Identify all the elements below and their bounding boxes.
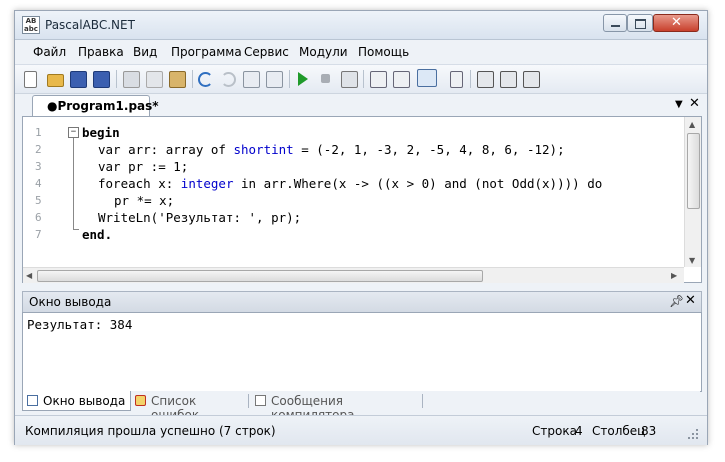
scroll-left-icon[interactable]: ◀ [26, 271, 32, 280]
save-icon[interactable] [70, 71, 87, 88]
compiler-messages-icon [255, 395, 266, 406]
status-row-label: Строка [532, 424, 577, 438]
fold-minus-icon[interactable]: − [68, 127, 79, 138]
minimize-icon [611, 25, 620, 27]
line-number: 1 [35, 126, 42, 139]
status-message: Компиляция прошла успешно (7 строк) [25, 424, 276, 438]
output-panel-title: Окно вывода [29, 295, 112, 309]
tab-error-list[interactable]: Список ошибок [131, 391, 247, 422]
tab-program1[interactable]: ●Program1.pas* [32, 95, 159, 116]
code-line-2: var arr: array of shortint = (-2, 1, -3,… [98, 142, 565, 157]
menu-file[interactable]: Файл [33, 45, 66, 59]
menu-service[interactable]: Сервис [244, 45, 289, 59]
copy-icon[interactable] [146, 71, 163, 88]
tab-compiler-messages[interactable]: Сообщения компилятора [251, 391, 421, 422]
new-file-icon[interactable] [24, 71, 37, 88]
vertical-scrollbar[interactable]: ▲ ▼ [684, 117, 701, 267]
tab-list-chevron-down-icon[interactable]: ▼ [675, 99, 683, 110]
close-icon: ✕ [671, 15, 682, 30]
output-panel-header: Окно вывода 📌︎ ✕ [22, 291, 702, 313]
menu-help[interactable]: Помощь [358, 45, 409, 59]
bottom-panel-tabs: Окно вывода Список ошибок Сообщения комп… [22, 391, 700, 422]
title-bar: AB abc PascalABC.NET ✕ [15, 11, 707, 40]
line-number: 6 [35, 211, 42, 224]
horizontal-scrollbar[interactable]: ◀ ▶ [23, 267, 684, 283]
fold-end [73, 229, 79, 230]
status-col-value: 83 [641, 424, 657, 438]
close-button[interactable]: ✕ [653, 14, 699, 32]
toolbar [15, 64, 707, 94]
menu-modules[interactable]: Модули [299, 45, 348, 59]
code-line-7: end. [82, 227, 113, 242]
menu-edit[interactable]: Правка [78, 45, 124, 59]
status-row-value: 4 [575, 424, 583, 438]
line-number: 2 [35, 143, 42, 156]
menu-program[interactable]: Программа [171, 45, 242, 59]
save-all-icon[interactable] [93, 71, 110, 88]
maximize-icon [635, 19, 646, 29]
minimize-button[interactable] [603, 14, 627, 32]
window-title: PascalABC.NET [45, 18, 135, 32]
line-number: 4 [35, 177, 42, 190]
pin-icon[interactable]: 📌︎ [669, 294, 684, 308]
scroll-up-icon[interactable]: ▲ [689, 120, 695, 129]
tab-output-window-label: Окно вывода [43, 394, 126, 408]
tab-program1-label: ●Program1.pas* [47, 99, 159, 113]
vertical-scroll-thumb[interactable] [687, 133, 700, 209]
line-number: 3 [35, 160, 42, 173]
find-icon[interactable] [243, 71, 260, 88]
line-number: 7 [35, 228, 42, 241]
run-icon[interactable] [298, 72, 308, 86]
fold-line [73, 138, 74, 230]
code-line-4: foreach x: integer in arr.Where(x -> ((x… [98, 176, 603, 191]
main-window: AB abc PascalABC.NET ✕ Файл Правка Вид П… [14, 10, 708, 445]
code-line-5: pr *= x; [114, 193, 175, 208]
redo-icon[interactable] [221, 72, 236, 87]
debug-window-icon[interactable] [450, 71, 463, 88]
app-icon: AB abc [22, 16, 40, 34]
step-into-icon[interactable] [370, 71, 387, 88]
code-line-1: begin [82, 125, 120, 140]
menu-bar: Файл Правка Вид Программа Сервис Модули … [15, 40, 707, 62]
code-editor[interactable]: 1 2 3 4 5 6 7 − begin var arr: array of … [22, 116, 702, 283]
output-text: Результат: 384 [27, 317, 133, 332]
document-tabs: ●Program1.pas* ▼ ✕ [22, 95, 700, 116]
status-col-label: Столбец [592, 424, 646, 438]
compile-icon[interactable] [341, 71, 358, 88]
output-close-icon[interactable]: ✕ [685, 293, 696, 308]
horizontal-scroll-thumb[interactable] [37, 270, 483, 282]
paste-icon[interactable] [169, 71, 186, 88]
status-bar: Компиляция прошла успешно (7 строк) Стро… [15, 415, 707, 445]
stop-icon[interactable] [321, 74, 330, 83]
line-number-gutter: 1 2 3 4 5 6 7 [23, 117, 53, 267]
output-area[interactable]: Результат: 384 [22, 312, 702, 392]
maximize-button[interactable] [627, 14, 653, 32]
resize-grip-icon[interactable] [688, 429, 700, 441]
scroll-right-icon[interactable]: ▶ [671, 271, 677, 280]
open-folder-icon[interactable] [47, 74, 64, 87]
output-window-icon [27, 395, 38, 406]
undo-icon[interactable] [198, 72, 213, 87]
step-over-icon[interactable] [393, 71, 410, 88]
tab-output-window[interactable]: Окно вывода [22, 391, 131, 411]
format-code-icon[interactable] [477, 71, 494, 88]
menu-view[interactable]: Вид [133, 45, 157, 59]
line-number: 5 [35, 194, 42, 207]
tab-close-icon[interactable]: ✕ [689, 96, 700, 111]
format-block-icon[interactable] [500, 71, 517, 88]
code-line-6: WriteLn('Результат: ', pr); [98, 210, 302, 225]
scroll-down-icon[interactable]: ▼ [689, 256, 695, 265]
console-window-icon[interactable] [417, 69, 437, 87]
replace-icon[interactable] [266, 71, 283, 88]
cut-icon[interactable] [123, 71, 140, 88]
error-list-icon [135, 395, 146, 406]
format-region-icon[interactable] [523, 71, 540, 88]
code-line-3: var pr := 1; [98, 159, 189, 174]
